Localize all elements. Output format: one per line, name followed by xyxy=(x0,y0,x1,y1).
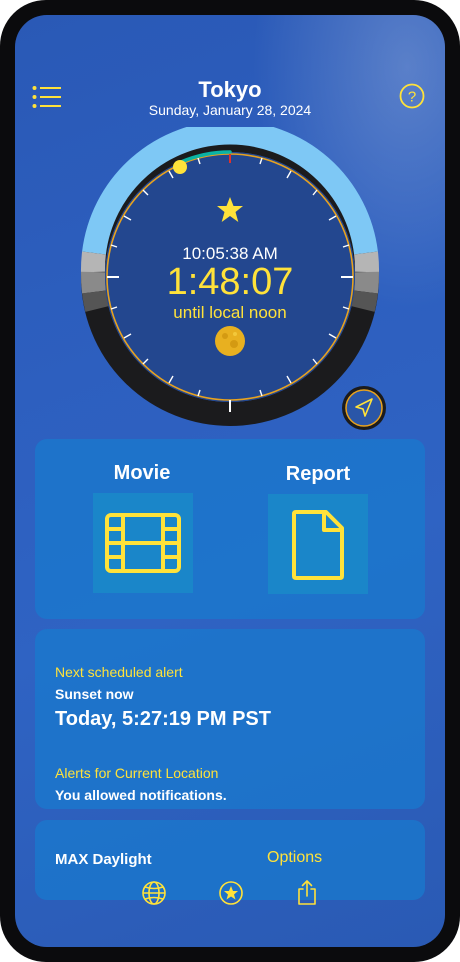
movie-button[interactable] xyxy=(93,493,193,593)
noon-countdown: 1:48:07 xyxy=(166,261,294,303)
report-label: Report xyxy=(285,463,351,485)
svg-text:?: ? xyxy=(408,89,416,106)
star-circle-icon[interactable] xyxy=(217,879,245,907)
alerts-card[interactable]: Next scheduled alert Sunset now Today, 5… xyxy=(35,629,425,809)
star-icon xyxy=(217,197,243,222)
moon-icon xyxy=(215,326,245,356)
document-icon xyxy=(292,510,344,580)
film-icon xyxy=(105,513,181,573)
location-alerts-heading: Alerts for Current Location xyxy=(55,765,219,781)
share-icon[interactable] xyxy=(293,879,321,907)
daylight-title: MAX Daylight xyxy=(55,851,152,868)
actions-card: Movie Report xyxy=(35,439,425,619)
date-subtitle: Sunday, January 28, 2024 xyxy=(148,102,312,118)
device-frame: Tokyo Sunday, January 28, 2024 ? 10:05:3… xyxy=(0,0,460,962)
countdown-label: until local noon xyxy=(173,303,287,322)
notification-status: You allowed notifications. xyxy=(55,787,227,803)
bottom-tab-bar xyxy=(15,873,445,913)
question-circle-icon[interactable]: ? xyxy=(399,83,425,109)
next-alert-heading: Next scheduled alert xyxy=(55,664,183,680)
movie-label: Movie xyxy=(113,462,171,484)
app-screen: Tokyo Sunday, January 28, 2024 ? 10:05:3… xyxy=(15,15,445,947)
city-title: Tokyo xyxy=(198,77,262,102)
report-button[interactable] xyxy=(268,494,368,594)
next-alert-time: Today, 5:27:19 PM PST xyxy=(55,708,271,730)
globe-icon[interactable] xyxy=(140,879,168,907)
next-alert-event: Sunset now xyxy=(55,686,134,702)
options-button[interactable]: Options xyxy=(267,849,322,867)
location-arrow-icon[interactable] xyxy=(341,385,387,431)
